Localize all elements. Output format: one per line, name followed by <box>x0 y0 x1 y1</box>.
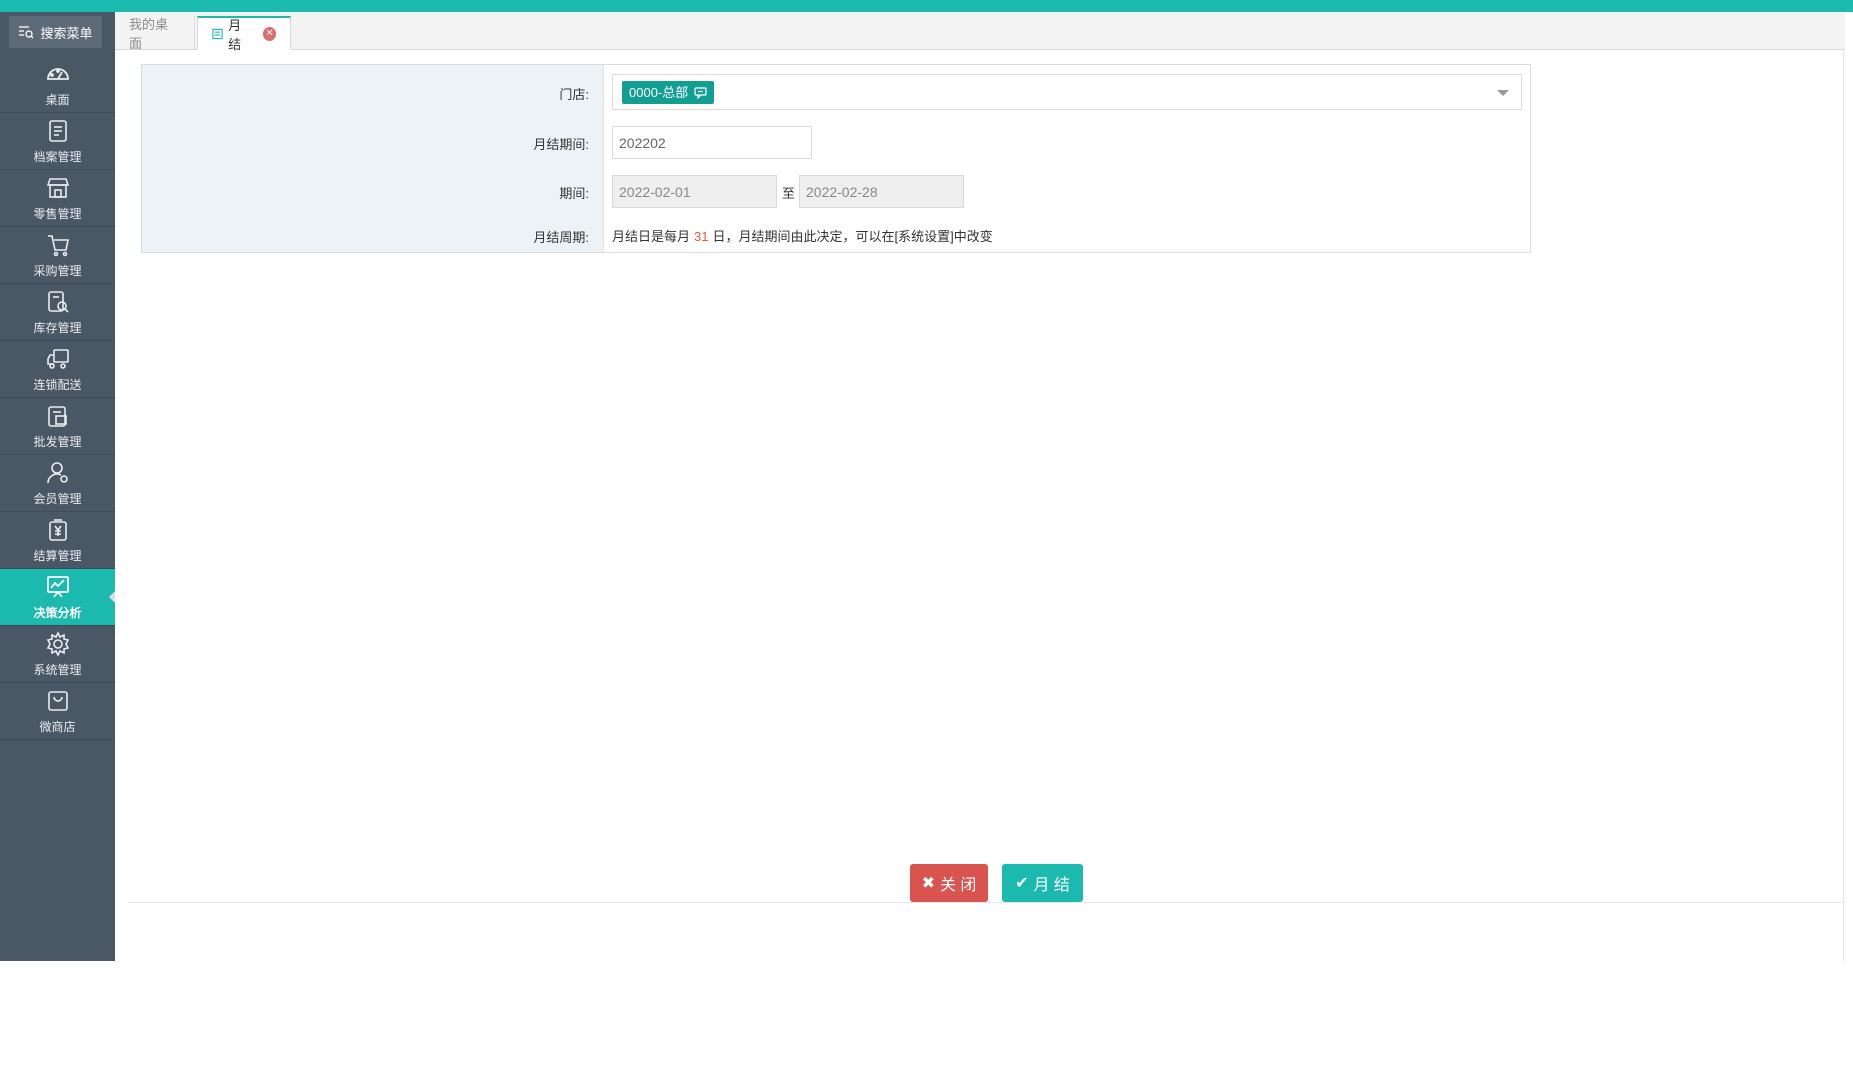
date-from-value: 2022-02-01 <box>619 183 691 200</box>
cycle-suffix: 日，月结期间由此决定，可以在[系统设置]中改变 <box>712 229 993 244</box>
cycle-label: 月结周期: <box>533 230 589 245</box>
sidebar-item-label: 系统管理 <box>33 662 82 677</box>
sidebar-item-label: 会员管理 <box>33 491 82 506</box>
close-x-icon: ✖ <box>921 875 935 892</box>
top-bar <box>0 0 1853 12</box>
sidebar-item-label: 档案管理 <box>33 149 82 164</box>
store-select[interactable]: 0000-总部 <box>612 74 1522 110</box>
chat-icon <box>694 86 707 99</box>
chevron-down-icon[interactable] <box>1497 90 1509 96</box>
search-menu-button[interactable]: 搜索菜单 <box>9 16 102 48</box>
sidebar: 搜索菜单 桌面 档案管理 零售管理 采购管理 库存管理 连锁配送 批发管理 会员… <box>0 12 115 961</box>
shop-bag-icon <box>47 690 68 711</box>
label-column: 门店: 月结期间: 期间: 月结周期: <box>142 65 604 252</box>
cycle-prefix: 月结日是每月 <box>612 229 691 244</box>
store-chip[interactable]: 0000-总部 <box>622 81 715 104</box>
check-icon: ✔ <box>1015 875 1029 892</box>
sidebar-item-label: 零售管理 <box>33 206 82 221</box>
archive-icon <box>48 119 67 142</box>
sidebar-nav: 桌面 档案管理 零售管理 采购管理 库存管理 连锁配送 批发管理 会员管理 结算… <box>0 56 115 740</box>
sidebar-item-settlement[interactable]: 结算管理 <box>0 512 115 569</box>
sidebar-item-analysis[interactable]: 决策分析 <box>0 569 115 626</box>
range-label: 期间: <box>559 186 589 201</box>
yen-icon <box>48 518 67 541</box>
month-close-button[interactable]: ✔ 月 结 <box>1002 864 1083 902</box>
sidebar-item-retail[interactable]: 零售管理 <box>0 170 115 227</box>
cycle-description: 月结日是每月 31 日，月结期间由此决定，可以在[系统设置]中改变 <box>612 226 993 245</box>
wholesale-icon <box>47 405 67 427</box>
month-close-button-label: 月 结 <box>1033 877 1070 894</box>
store-chip-label: 0000-总部 <box>629 85 689 100</box>
dashboard-icon <box>46 67 69 80</box>
sidebar-item-label: 采购管理 <box>33 263 82 278</box>
period-input[interactable]: 202202 <box>612 126 812 159</box>
sidebar-item-label: 桌面 <box>45 92 70 107</box>
period-value: 202202 <box>619 134 666 151</box>
sidebar-item-microshop[interactable]: 微商店 <box>0 683 115 740</box>
sidebar-item-desktop[interactable]: 桌面 <box>0 56 115 113</box>
sidebar-item-label: 连锁配送 <box>33 377 82 392</box>
truck-icon <box>46 348 69 369</box>
sidebar-item-system[interactable]: 系统管理 <box>0 626 115 683</box>
tab-label: 我的桌面 <box>129 17 169 51</box>
close-button[interactable]: ✖ 关 闭 <box>910 864 988 902</box>
sidebar-item-delivery[interactable]: 连锁配送 <box>0 341 115 398</box>
close-button-label: 关 闭 <box>939 877 977 894</box>
gear-icon <box>46 630 69 657</box>
sidebar-item-label: 库存管理 <box>33 320 82 335</box>
member-icon <box>46 461 68 483</box>
close-tab-icon[interactable]: ✕ <box>263 26 276 41</box>
sidebar-item-archive[interactable]: 档案管理 <box>0 113 115 170</box>
form-icon <box>212 28 223 39</box>
date-from-input[interactable]: 2022-02-01 <box>612 175 777 208</box>
range-to-word: 至 <box>782 186 796 201</box>
date-to-input[interactable]: 2022-02-28 <box>799 175 964 208</box>
inventory-search-icon <box>47 290 69 313</box>
store-label: 门店: <box>559 87 589 102</box>
month-close-form: 门店: 月结期间: 期间: 月结周期: 0000-总部 202202 2022-… <box>141 64 1531 253</box>
chart-icon <box>46 575 69 598</box>
search-menu-label: 搜索菜单 <box>40 25 93 41</box>
cart-icon <box>47 234 69 256</box>
date-to-value: 2022-02-28 <box>806 183 878 200</box>
content-edge <box>1843 50 1844 961</box>
tab-strip: 我的桌面 月结 ✕ <box>115 12 1845 52</box>
sidebar-item-label: 批发管理 <box>33 434 82 449</box>
sidebar-item-member[interactable]: 会员管理 <box>0 455 115 512</box>
divider <box>128 902 1843 903</box>
sidebar-item-purchase[interactable]: 采购管理 <box>0 227 115 284</box>
cycle-day: 31 <box>694 229 709 244</box>
sidebar-item-label: 微商店 <box>39 719 76 734</box>
sidebar-item-label: 决策分析 <box>33 605 82 620</box>
tab-month-close[interactable]: 月结 ✕ <box>197 16 291 52</box>
menu-search-icon <box>19 26 34 39</box>
period-label: 月结期间: <box>533 137 589 152</box>
store-icon <box>46 177 69 198</box>
tab-my-desktop[interactable]: 我的桌面 <box>115 16 195 51</box>
sidebar-item-inventory[interactable]: 库存管理 <box>0 284 115 341</box>
tab-label: 月结 <box>228 17 242 52</box>
sidebar-item-wholesale[interactable]: 批发管理 <box>0 398 115 455</box>
sidebar-item-label: 结算管理 <box>33 548 82 563</box>
